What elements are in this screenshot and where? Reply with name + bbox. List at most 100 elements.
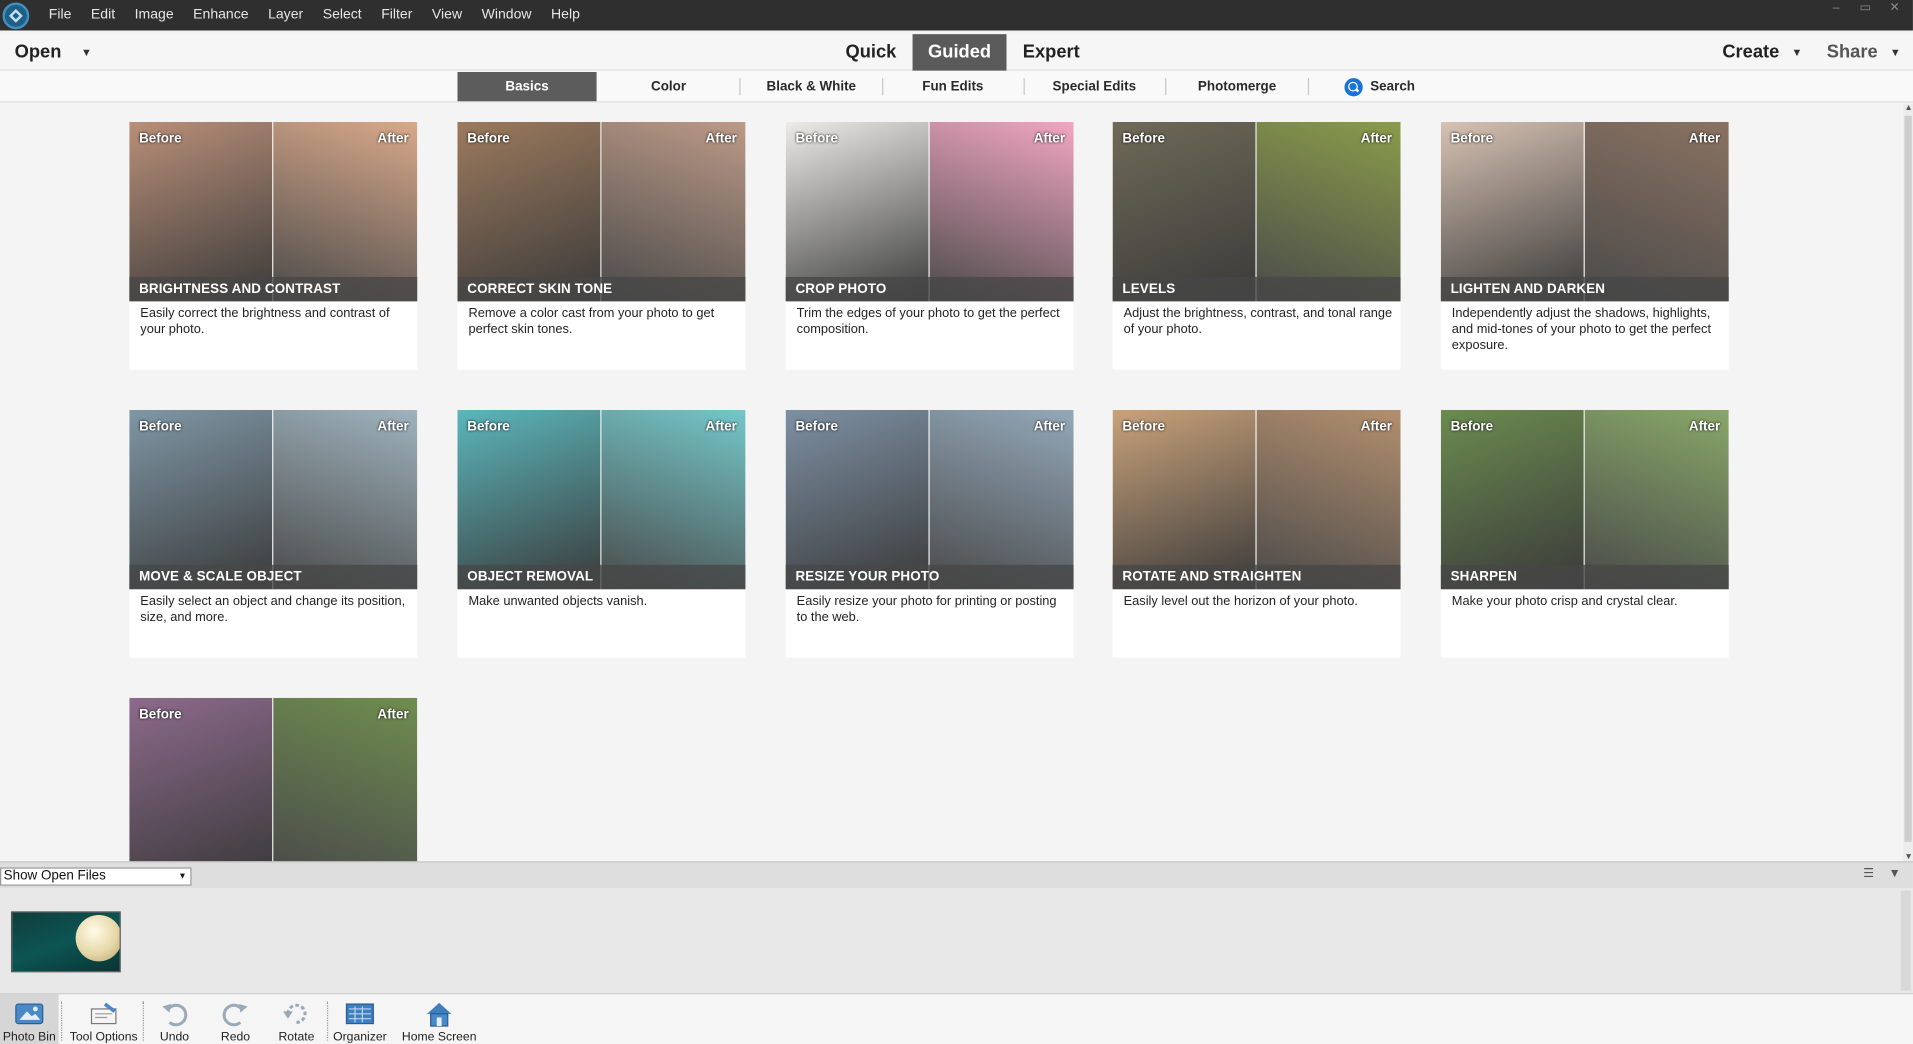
menu-window[interactable]: Window [472, 0, 541, 31]
scrollbar-thumb[interactable] [1904, 115, 1912, 842]
card-rotate-straighten[interactable]: Before After ROTATE AND STRAIGHTEN Easil… [1112, 409, 1401, 658]
toolbar-divider [142, 1001, 144, 1041]
tool-options-icon [88, 999, 120, 1028]
home-screen-button[interactable]: Home Screen [398, 994, 481, 1044]
before-label: Before [795, 131, 838, 147]
after-label: After [1033, 419, 1066, 435]
tab-fun-edits[interactable]: Fun Edits [885, 72, 1022, 101]
menu-file[interactable]: File [39, 0, 81, 31]
before-label: Before [139, 419, 182, 435]
card-title: RESIZE YOUR PHOTO [785, 564, 1074, 590]
card-brightness-contrast[interactable]: Before After BRIGHTNESS AND CONTRAST Eas… [129, 122, 418, 370]
create-label: Create [1722, 41, 1780, 63]
card-preview-image [129, 697, 418, 862]
card-title: SHARPEN [1440, 564, 1729, 590]
tab-basics[interactable]: Basics [457, 71, 597, 102]
app-window: File Edit Image Enhance Layer Select Fil… [0, 0, 1913, 1044]
app-logo-icon [2, 1, 30, 29]
card-title: LIGHTEN AND DARKEN [1440, 276, 1729, 302]
show-open-files-select[interactable]: Show Open Files ▼ [0, 867, 192, 886]
content-scrollbar[interactable]: ▲ ▼ [1903, 103, 1913, 862]
collapse-chevron-icon[interactable]: ▼ [1889, 867, 1901, 880]
tool-label: Rotate [278, 1030, 315, 1044]
create-button[interactable]: Create ▼ [1722, 34, 1802, 71]
tab-photomerge[interactable]: Photomerge [1168, 72, 1307, 101]
close-icon[interactable]: ✕ [1881, 0, 1908, 17]
card-sharpen[interactable]: Before After SHARPEN Make your photo cri… [1440, 409, 1729, 658]
after-label: After [377, 131, 409, 147]
card-description: Easily select an object and change its p… [140, 594, 406, 625]
scroll-up-icon[interactable]: ▲ [1904, 104, 1912, 113]
card-preview-image [1440, 122, 1729, 302]
rotate-button[interactable]: Rotate [271, 994, 322, 1044]
tab-special-edits[interactable]: Special Edits [1026, 72, 1163, 101]
photo-bin-bar: Show Open Files ▼ ☰ ▼ [0, 861, 1913, 889]
card-levels[interactable]: Before After LEVELS Adjust the brightnes… [1112, 122, 1401, 370]
guided-edits-grid: Before After BRIGHTNESS AND CONTRAST Eas… [0, 103, 1904, 862]
tab-expert[interactable]: Expert [1007, 34, 1096, 71]
tool-label: Photo Bin [2, 1030, 56, 1044]
tool-options-button[interactable]: Tool Options [67, 994, 140, 1044]
card-partial[interactable]: Before After [129, 697, 418, 862]
open-file-thumbnail[interactable] [10, 911, 121, 973]
organizer-button[interactable]: Organizer [332, 994, 388, 1044]
photo-bin-button[interactable]: Photo Bin [0, 994, 59, 1044]
card-title: BRIGHTNESS AND CONTRAST [129, 276, 418, 302]
card-preview-image [1112, 409, 1401, 590]
toolbar-divider [326, 1001, 329, 1041]
card-lighten-darken[interactable]: Before After LIGHTEN AND DARKEN Independ… [1440, 122, 1729, 370]
search-label: Search [1370, 79, 1416, 94]
menu-layer[interactable]: Layer [258, 0, 313, 31]
after-label: After [1033, 131, 1066, 147]
restore-icon[interactable]: ▭ [1852, 0, 1879, 17]
tool-label: Tool Options [69, 1030, 138, 1044]
menu-enhance[interactable]: Enhance [183, 0, 258, 31]
card-preview-image [785, 409, 1074, 590]
chevron-down-icon: ▼ [178, 872, 187, 881]
after-label: After [1360, 419, 1393, 435]
home-icon [423, 999, 455, 1028]
scroll-down-icon[interactable]: ▼ [1904, 853, 1912, 862]
card-description: Adjust the brightness, contrast, and ton… [1123, 306, 1393, 337]
before-label: Before [139, 707, 182, 723]
share-button[interactable]: Share ▼ [1827, 34, 1901, 71]
redo-icon [220, 999, 252, 1028]
card-title: CROP PHOTO [785, 276, 1074, 302]
bin-menu-icon[interactable]: ☰ [1863, 867, 1874, 880]
card-crop-photo[interactable]: Before After CROP PHOTO Trim the edges o… [785, 122, 1074, 370]
menu-edit[interactable]: Edit [81, 0, 125, 31]
open-button[interactable]: Open ▼ [15, 34, 92, 71]
card-resize-photo[interactable]: Before After RESIZE YOUR PHOTO Easily re… [785, 409, 1074, 658]
photo-bin [0, 888, 1913, 994]
undo-button[interactable]: Undo [149, 994, 200, 1044]
menu-help[interactable]: Help [541, 0, 589, 31]
tool-label: Redo [220, 1030, 251, 1044]
menu-filter[interactable]: Filter [371, 0, 422, 31]
menu-image[interactable]: Image [125, 0, 184, 31]
card-move-scale-object[interactable]: Before After MOVE & SCALE OBJECT Easily … [129, 409, 418, 658]
toolbar-divider [61, 1001, 63, 1041]
card-object-removal[interactable]: Before After OBJECT REMOVAL Make unwante… [457, 409, 746, 658]
tab-color[interactable]: Color [600, 72, 737, 101]
select-value: Show Open Files [3, 868, 106, 884]
card-description: Make unwanted objects vanish. [468, 594, 648, 609]
menu-view[interactable]: View [422, 0, 472, 31]
after-label: After [377, 707, 409, 723]
before-label: Before [1122, 419, 1165, 435]
tool-label: Organizer [333, 1030, 387, 1044]
tab-black-white[interactable]: Black & White [742, 72, 881, 101]
tab-guided[interactable]: Guided [912, 34, 1007, 71]
menu-select[interactable]: Select [313, 0, 372, 31]
card-title: ROTATE AND STRAIGHTEN [1112, 564, 1401, 590]
search-button[interactable]: Search [1337, 72, 1422, 101]
tab-divider [1165, 78, 1167, 96]
redo-button[interactable]: Redo [210, 994, 261, 1044]
bin-scrollbar[interactable] [1900, 890, 1911, 991]
card-correct-skin-tone[interactable]: Before After CORRECT SKIN TONE Remove a … [457, 122, 746, 370]
after-label: After [1360, 131, 1393, 147]
card-preview-image [129, 409, 418, 590]
card-description: Easily correct the brightness and contra… [140, 306, 390, 337]
tab-quick[interactable]: Quick [830, 34, 913, 71]
minimize-icon[interactable]: – [1823, 0, 1850, 17]
after-label: After [705, 131, 737, 147]
